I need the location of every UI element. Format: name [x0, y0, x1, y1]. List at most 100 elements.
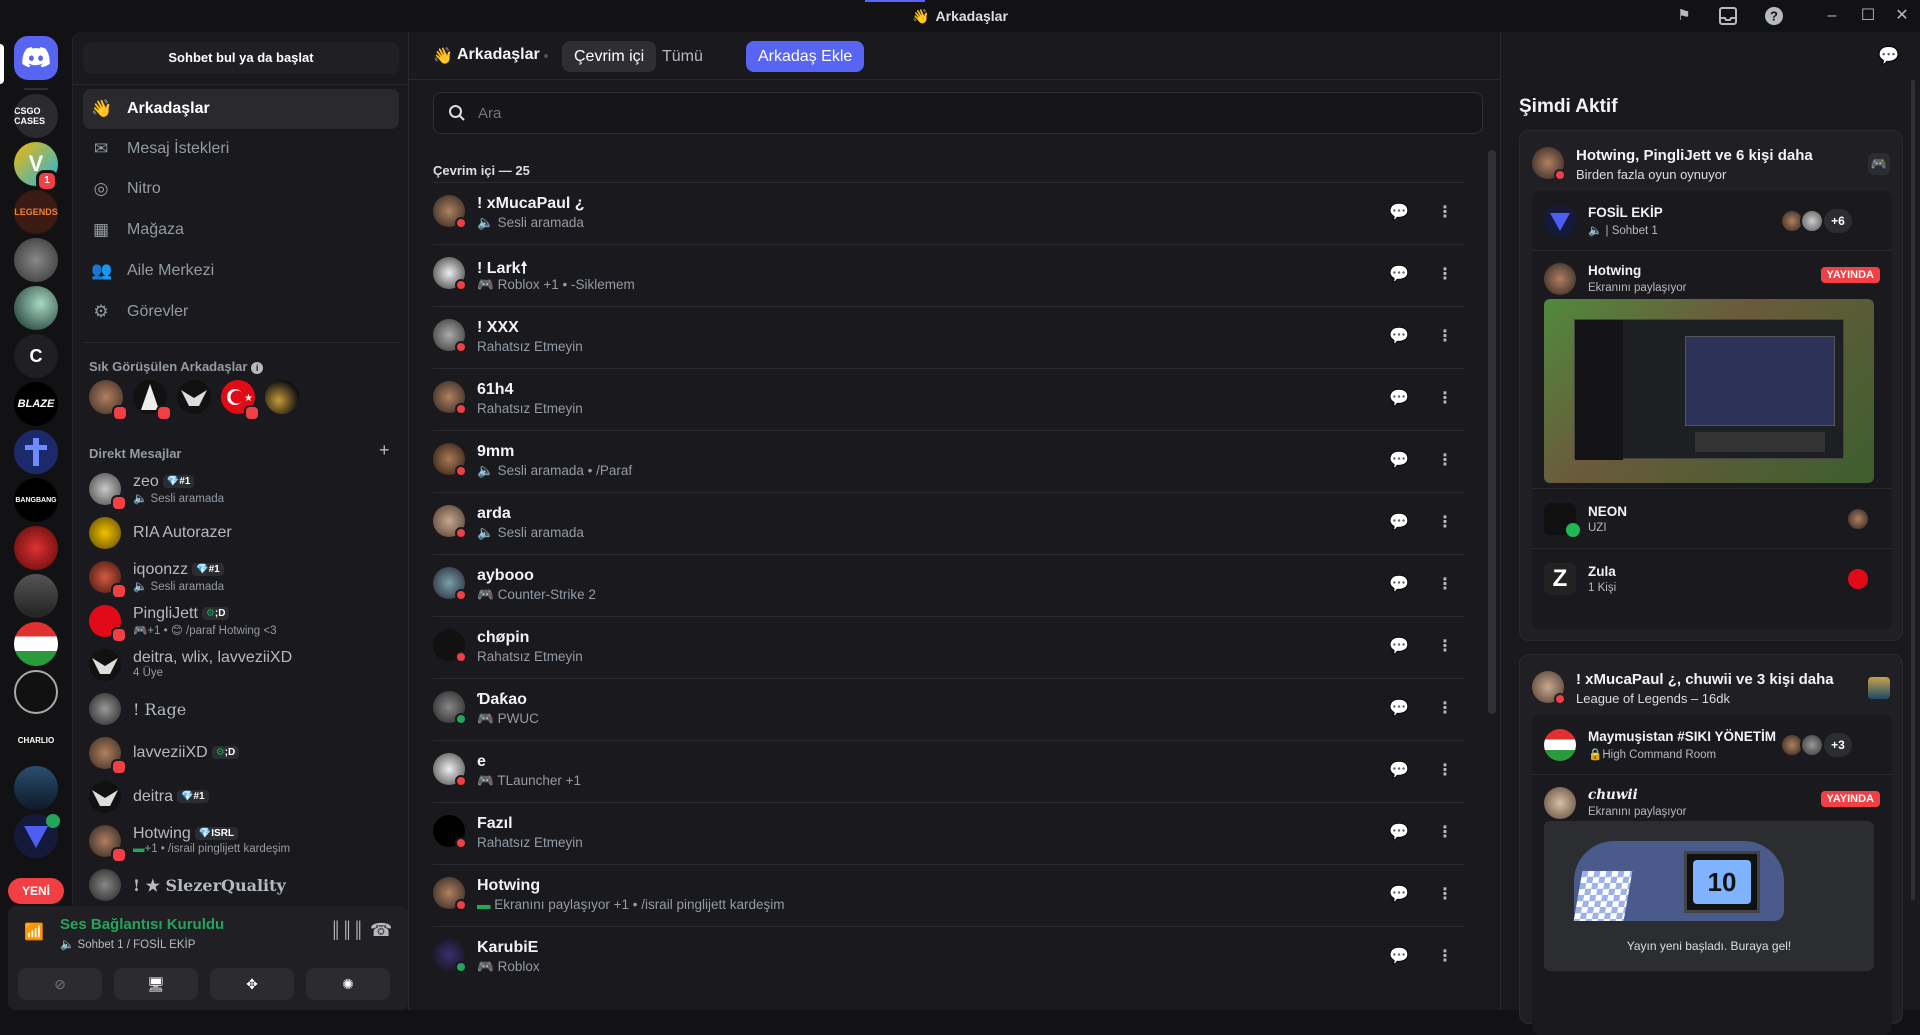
message-icon[interactable]: 💬	[1383, 511, 1415, 535]
guild-4[interactable]	[14, 238, 58, 282]
guild-charlio[interactable]: CHARLIO	[14, 718, 58, 762]
message-icon[interactable]: 💬	[1383, 697, 1415, 721]
guild-5[interactable]	[14, 286, 58, 330]
dm-item[interactable]: RIA Autorazer	[83, 512, 399, 554]
more-icon[interactable]: ⋮	[1429, 759, 1461, 783]
friend-row[interactable]: Hotwing ▬ Ekranını paylaşıyor +1 • /israi…	[433, 864, 1465, 926]
scrollbar[interactable]	[1488, 150, 1496, 714]
guild-cross[interactable]	[14, 430, 58, 474]
activity-card[interactable]: Hotwing, PingliJett ve 6 kişi daha Birde…	[1519, 130, 1903, 641]
more-icon[interactable]: ⋮	[1429, 449, 1461, 473]
nav-friends[interactable]: 👋 Arkadaşlar	[83, 89, 399, 129]
dm-item[interactable]: deitra, wlix, lavveziiXD 4 Üye	[83, 644, 399, 686]
message-icon[interactable]: 💬	[1383, 387, 1415, 411]
more-icon[interactable]: ⋮	[1429, 635, 1461, 659]
friend-row[interactable]: ! xMucaPaul ¿ 🔈 Sesli aramada 💬 ⋮	[433, 182, 1465, 244]
message-icon[interactable]: 💬	[1383, 635, 1415, 659]
message-icon[interactable]: 💬	[1383, 821, 1415, 845]
more-icon[interactable]: ⋮	[1429, 263, 1461, 287]
nav-nitro[interactable]: ◎ Nitro	[83, 169, 399, 209]
guild-legends[interactable]: LEGENDS	[14, 190, 58, 234]
nav-message-requests[interactable]: ✉ Mesaj İstekleri	[83, 129, 399, 169]
voice-channel-row[interactable]: Maymuşistan #SIKI YÖNETİM 🔒High Command …	[1532, 715, 1892, 775]
dm-item[interactable]: Hotwing 💎ISRL ▬+1 • /israil pinglijett ka…	[83, 820, 399, 863]
dm-item[interactable]: lavveziiXD ⚙;D	[83, 732, 399, 775]
friend-row[interactable]: 61h4 Rahatsız Etmeyin 💬 ⋮	[433, 368, 1465, 430]
voice-channel[interactable]: 🔈 Sohbet 1 / FOSİL EKİP	[60, 937, 195, 951]
search-box[interactable]	[433, 92, 1483, 134]
camera-off-button[interactable]: ⊘	[18, 968, 102, 1000]
guild-15[interactable]	[14, 766, 58, 810]
guild-13[interactable]	[14, 670, 58, 714]
dm-item[interactable]: deitra 💎#1	[83, 776, 399, 818]
message-icon[interactable]: 💬	[1383, 325, 1415, 349]
guild-10[interactable]	[14, 526, 58, 570]
friend-row[interactable]: chøpin Rahatsız Etmeyin 💬 ⋮	[433, 616, 1465, 678]
more-icon[interactable]: ⋮	[1429, 697, 1461, 721]
more-icon[interactable]: ⋮	[1429, 821, 1461, 845]
create-dm-button[interactable]: +	[379, 440, 390, 461]
friend-row[interactable]: Fazıl Rahatsız Etmeyin 💬 ⋮	[433, 802, 1465, 864]
stream-preview[interactable]	[1544, 299, 1874, 483]
message-icon[interactable]: 💬	[1383, 883, 1415, 907]
dm-item[interactable]: ! ★ SlezerQuality	[83, 864, 399, 906]
help-icon[interactable]: ?	[1764, 6, 1784, 26]
add-friend-button[interactable]: Arkadaş Ekle	[746, 41, 865, 72]
message-icon[interactable]: 💬	[1383, 449, 1415, 473]
friend-row[interactable]: KarubiE 🎮 Roblox 💬 ⋮	[433, 926, 1465, 988]
guild-11[interactable]	[14, 574, 58, 618]
maximize-icon[interactable]: ☐	[1858, 6, 1878, 26]
more-icon[interactable]: ⋮	[1429, 511, 1461, 535]
close-icon[interactable]: ✕	[1892, 6, 1912, 26]
search-input[interactable]	[476, 101, 1456, 125]
more-icon[interactable]: ⋮	[1429, 387, 1461, 411]
voice-status[interactable]: Ses Bağlantısı Kuruldu	[60, 916, 224, 933]
tab-online[interactable]: Çevrim içi	[562, 41, 657, 72]
scrollbar[interactable]	[1911, 80, 1915, 900]
friend-row[interactable]: Ɗaƙao 🎮 PWUC 💬 ⋮	[433, 678, 1465, 740]
guild-csgo-cases[interactable]: CSGO CASES	[14, 94, 58, 138]
friend-row[interactable]: aybooo 🎮 Counter-Strike 2 💬 ⋮	[433, 554, 1465, 616]
share-screen-button[interactable]: 🖥	[114, 968, 198, 1000]
nav-shop[interactable]: ▦ Mağaza	[83, 210, 399, 250]
inbox-icon[interactable]	[1718, 6, 1738, 26]
favorite-friend-avatar[interactable]	[177, 380, 211, 414]
friend-row[interactable]: ! XXX Rahatsız Etmeyin 💬 ⋮	[433, 306, 1465, 368]
message-icon[interactable]: 💬	[1383, 573, 1415, 597]
nav-quests[interactable]: ⚙ Görevler	[83, 292, 399, 332]
more-icon[interactable]: ⋮	[1429, 573, 1461, 597]
find-conversation-button[interactable]: Sohbet bul ya da başlat	[83, 42, 399, 74]
activity-card[interactable]: ! xMucaPaul ¿, chuwii ve 3 kişi daha Lea…	[1519, 654, 1903, 1035]
friend-row[interactable]: arda 🔈 Sesli aramada 💬 ⋮	[433, 492, 1465, 554]
minimize-icon[interactable]: –	[1822, 6, 1842, 26]
tab-all[interactable]: Tümü	[650, 41, 715, 72]
stream-preview[interactable]: 10 Yayın yeni başladı. Buraya gel!	[1544, 821, 1874, 971]
friend-row[interactable]: ! Lark🠕 🎮 Roblox +1 • -Siklemem 💬 ⋮	[433, 244, 1465, 306]
friend-row[interactable]: 9mm 🔈 Sesli aramada • /Paraf 💬 ⋮	[433, 430, 1465, 492]
more-icon[interactable]: ⋮	[1429, 325, 1461, 349]
soundboard-button[interactable]: ✺	[306, 968, 390, 1000]
more-icon[interactable]: ⋮	[1429, 883, 1461, 907]
new-badge[interactable]: YENİ	[8, 878, 64, 904]
message-icon[interactable]: 💬	[1383, 945, 1415, 969]
guild-blaze[interactable]: BLAZE	[14, 382, 58, 426]
message-icon[interactable]: 💬	[1383, 201, 1415, 225]
message-icon[interactable]: 💬	[1383, 263, 1415, 287]
more-icon[interactable]: ⋮	[1429, 201, 1461, 225]
game-row[interactable]: Z Zula 1 Kişi	[1532, 548, 1892, 608]
favorite-friend-avatar[interactable]	[265, 380, 299, 414]
guild-12[interactable]	[14, 622, 58, 666]
guild-bangbang[interactable]: BANGBANG	[14, 478, 58, 522]
guild-c[interactable]: C	[14, 334, 58, 378]
voice-channel-row[interactable]: FOSİL EKİP 🔈 | Sohbet 1 +6	[1532, 191, 1892, 251]
friend-row[interactable]: e 🎮 TLauncher +1 💬 ⋮	[433, 740, 1465, 802]
dm-item[interactable]: iqoonzz 💎#1 🔈 Sesli aramada	[83, 556, 399, 599]
info-icon[interactable]: i	[251, 362, 264, 374]
dm-item[interactable]: ! Rage	[83, 688, 399, 730]
home-button[interactable]	[14, 36, 58, 80]
more-icon[interactable]: ⋮	[1429, 945, 1461, 969]
dm-item[interactable]: PingliJett ⚙;D 🎮+1 • 😊 /paraf Hotwing <3	[83, 600, 399, 643]
dm-item[interactable]: zeo 💎#1 🔈 Sesli aramada	[83, 468, 399, 511]
activities-button[interactable]: ✥	[210, 968, 294, 1000]
disconnect-icon[interactable]: ☎	[370, 920, 392, 941]
